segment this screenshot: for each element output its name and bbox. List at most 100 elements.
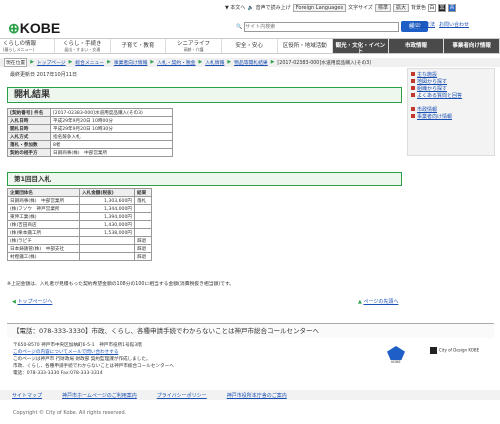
bid-result: 落札 <box>134 196 152 205</box>
text-size-large-button[interactable]: 拡大 <box>392 3 409 12</box>
voice-reader-link[interactable]: 音声で読み上げ <box>256 4 291 11</box>
foreign-languages-button[interactable]: Foreign Languages <box>292 3 347 12</box>
bidder-name: (株)フソウ 神戸営業所 <box>7 204 80 213</box>
bg-blue-button[interactable]: 青 <box>447 3 456 12</box>
nav-label: 子育て・教育 <box>121 43 155 49</box>
price-note: ※上記金額は、入札者が見積もった契約希望金額の108分の100に相当する金額(消… <box>7 282 235 287</box>
info-key: 入札方式 <box>7 132 51 141</box>
info-key: 開札日時 <box>7 124 51 133</box>
breadcrumb-here-label: 現在位置 <box>4 58 28 67</box>
page-top-link[interactable]: ページの先頭へ <box>363 299 398 305</box>
search-icon: 🔍 <box>236 23 243 30</box>
nav-label: 安全・安心 <box>235 43 263 49</box>
bidder-name: 村樫鐵工(株) <box>7 252 80 261</box>
bid-result <box>134 212 152 221</box>
contact-link[interactable]: お問い合わせ <box>439 21 469 28</box>
nav-item-7[interactable]: 市政情報 <box>388 39 445 53</box>
bg-white-button[interactable]: 白 <box>427 3 436 12</box>
nav-sub-label: 高齢・介護 <box>183 47 204 52</box>
unesco-seal: KOBE <box>374 346 418 374</box>
call-center-line: 市政、くらし、各種申請手続でわからないことは神戸市総合コールセンターへ <box>13 364 174 369</box>
bid-amount: 1,344,000円 <box>79 204 135 213</box>
footer-link-sitemap[interactable]: サイトマップ <box>12 392 42 399</box>
table-row: 日本鋳鉄管(株) 中部支社 辞退 <box>7 244 152 253</box>
sidebar-item-facilities[interactable]: 主な施設 <box>411 72 491 79</box>
nav-item-3[interactable]: シニアライフ 高齢・介護 <box>166 39 222 53</box>
column-header: 企業団体名 <box>7 188 80 197</box>
sidebar-item-city-info[interactable]: 市政情報 <box>411 107 491 114</box>
breadcrumb-item[interactable]: 物品等開札結果 <box>234 59 268 66</box>
back-to-top-page-link[interactable]: トップページへ <box>17 299 52 305</box>
bid-result: 辞退 <box>134 252 152 261</box>
footer-link-privacy[interactable]: プライバシーポリシー <box>157 392 207 399</box>
info-value: 平成29年9月20日 10時30分 <box>50 124 173 133</box>
nav-sub-label: (暮らしメニュー) <box>3 47 35 52</box>
bg-black-button[interactable]: 黒 <box>437 3 446 12</box>
search-input[interactable] <box>244 21 400 32</box>
breadcrumb-item[interactable]: 入札情報 <box>205 59 224 66</box>
table-row: 落札・参加数 8者 <box>7 140 173 149</box>
sidebar-item-map[interactable]: 地図から探す <box>411 79 491 86</box>
speaker-icon: 🔈 <box>247 4 254 11</box>
breadcrumb-item[interactable]: トップページ <box>37 59 66 66</box>
bid-amount: 1,303,600円 <box>79 196 135 205</box>
footer-link-usage-guide[interactable]: 神戸市ホームページのご利用案内 <box>62 392 137 399</box>
nav-sub-label: 届出・すまい・交通 <box>64 47 101 52</box>
nav-item-8[interactable]: 事業者向け情報 <box>444 39 500 53</box>
breadcrumb-item[interactable]: 総合メニュー <box>75 59 104 66</box>
design-mark-icon <box>430 347 437 354</box>
contact-address: 〒650-8570 神戸市中央区加納町6-5-1 神戸市役所1号館3階 このペー… <box>13 342 174 377</box>
text-size-standard-button[interactable]: 標準 <box>374 3 391 12</box>
table-row: (株)吉田商店 1,430,000円 <box>7 220 152 229</box>
text-size-label: 文字サイズ <box>348 5 373 11</box>
chevron-right-icon: ▶ <box>227 60 232 65</box>
info-key: [契約番号] 件名 <box>7 108 51 117</box>
table-header-row: 企業団体名 入札金額(税抜) 結果 <box>7 188 152 197</box>
bid-amount: 1,430,000円 <box>79 220 135 229</box>
bid-amount <box>79 252 135 261</box>
breadcrumb-item[interactable]: 入札・契約・税金 <box>157 59 195 66</box>
nav-item-0[interactable]: くらしの情報 (暮らしメニュー) <box>0 39 55 53</box>
bid-result: 辞退 <box>134 244 152 253</box>
background-color-label: 背景色 <box>410 5 426 11</box>
mail-inquiry-link[interactable]: このページの内容についてメールで問い合わせする <box>13 349 174 356</box>
column-header: 結果 <box>134 188 152 197</box>
breadcrumb-item[interactable]: 事業者向け情報 <box>114 59 148 66</box>
copyright: Copyright © City of Kobe. All rights res… <box>13 410 127 416</box>
sidebar-item-faq[interactable]: よくある質問と回答 <box>411 93 491 100</box>
info-value: 指名競争入札 <box>50 132 173 141</box>
table-row: (株)フソウ 神戸営業所 1,344,000円 <box>7 204 152 213</box>
nav-label: 事業者向け情報 <box>452 43 491 49</box>
arrow-left-icon: ◀ <box>12 299 16 305</box>
footer-link-city-hall[interactable]: 神戸市役所本庁舎のご案内 <box>227 392 287 399</box>
sidebar-item-organization[interactable]: 組織から探す <box>411 86 491 93</box>
nav-item-1[interactable]: くらし・手続き 届出・すまい・交通 <box>55 39 111 53</box>
chevron-right-icon: ▶ <box>150 60 155 65</box>
sidebar-item-business-info[interactable]: 事業者向け情報 <box>411 114 491 121</box>
table-row: 東伸工業(株) 1,394,000円 <box>7 212 152 221</box>
seal-text: KOBE <box>391 360 401 364</box>
footer-links: サイトマップ 神戸市ホームページのご利用案内 プライバシーポリシー 神戸市役所本… <box>0 390 500 400</box>
bid-result <box>134 204 152 213</box>
table-row: [契約番号] 件名 [2017-02383-000]水道用度品購入(その3) <box>7 108 173 117</box>
last-updated: 最終更新日 2017年10月11日 <box>10 72 78 78</box>
bidder-name: (株)栗本鐵工所 <box>7 228 80 237</box>
table-row: 入札方式 指名競争入札 <box>7 132 173 141</box>
search-help-link[interactable]: 検索方法 <box>415 21 435 28</box>
table-row: 開札日時 平成29年9月20日 10時30分 <box>7 124 173 133</box>
bid-results-table: 企業団体名 入札金額(税抜) 結果 日鋼商事(株) 中部営業所 1,303,600円落… <box>7 188 152 261</box>
nav-item-4[interactable]: 安全・安心 <box>222 39 278 53</box>
tel-fax-line: 電話：078-333-3330 Fax:078-333-3314 <box>13 371 103 376</box>
table-row: (株)栗本鐵工所 1,538,000円 <box>7 228 152 237</box>
nav-item-2[interactable]: 子育て・教育 <box>111 39 167 53</box>
design-text: City of Design KOBE <box>439 347 480 353</box>
nav-label: 市政情報 <box>405 43 428 49</box>
chevron-right-icon: ▶ <box>30 60 34 65</box>
call-center-banner[interactable]: 【電話：078-333-3330】市政、くらし、各種申請手続でわからないことは神… <box>7 323 494 338</box>
info-key: 入札日時 <box>7 116 51 125</box>
nav-item-6[interactable]: 観光・文化・イベント <box>333 39 389 55</box>
nav-item-5[interactable]: 区役所・地域活動 <box>278 39 334 53</box>
info-key: 落札・参加数 <box>7 140 51 149</box>
kobe-logo[interactable]: ⊕KOBE <box>8 20 60 37</box>
skip-to-content-link[interactable]: ▼ 本文へ <box>225 4 245 11</box>
